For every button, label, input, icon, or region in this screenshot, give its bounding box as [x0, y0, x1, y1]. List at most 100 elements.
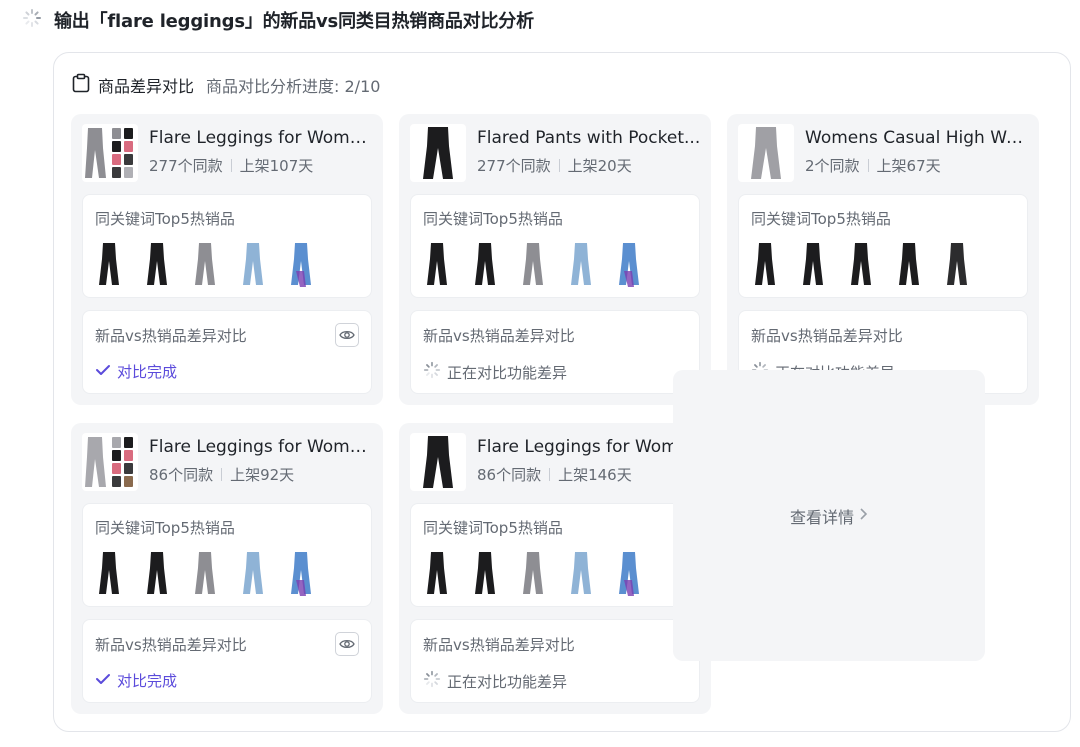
product-title[interactable]: Flare Leggings for Wome...: [149, 437, 373, 457]
task-header: 输出「flare leggings」的新品vs同类目热销商品对比分析: [22, 6, 534, 34]
comparison-box: 新品vs热销品差异对比 对比完成: [82, 619, 372, 703]
product-card[interactable]: Flare Leggings for Wome... 86个同款 上架92天 同…: [71, 423, 383, 714]
hot-product-image[interactable]: [617, 241, 641, 287]
product-card[interactable]: Flare Leggings for Wome... 277个同款 上架107天…: [71, 114, 383, 405]
eye-icon[interactable]: [335, 323, 359, 347]
comparison-box: 新品vs热销品差异对比 正在对比功能差异: [410, 310, 700, 394]
product-header: Flared Pants with Pocket... 277个同款 上架20天: [410, 124, 701, 182]
hot-product-image[interactable]: [193, 241, 217, 287]
product-thumbnail[interactable]: [82, 124, 138, 182]
hot-product-image[interactable]: [897, 241, 921, 287]
comparison-label: 新品vs热销品差异对比: [423, 636, 575, 654]
product-thumbnail[interactable]: [410, 433, 466, 491]
hot-products-label: 同关键词Top5热销品: [95, 519, 235, 537]
hot-products-box: 同关键词Top5热销品: [82, 194, 372, 298]
hot-products-row: [425, 550, 641, 596]
hot-product-image[interactable]: [425, 550, 449, 596]
comparison-label: 新品vs热销品差异对比: [423, 327, 575, 345]
hot-product-image[interactable]: [289, 241, 313, 287]
meta-divider: [867, 159, 869, 172]
same-style-count: 86个同款: [477, 466, 542, 484]
status-text: 正在对比功能差异: [447, 363, 568, 382]
product-title[interactable]: Flare Leggings for Wome...: [477, 437, 701, 457]
hot-products-box: 同关键词Top5热销品: [82, 503, 372, 607]
product-header: Flare Leggings for Wome... 86个同款 上架92天: [82, 433, 373, 491]
hot-product-image[interactable]: [617, 550, 641, 596]
hot-product-image[interactable]: [569, 241, 593, 287]
panel-title: 商品差异对比: [98, 77, 195, 96]
product-header: Flare Leggings for Wome... 86个同款 上架146天: [410, 433, 701, 491]
hot-products-label: 同关键词Top5热销品: [423, 210, 563, 228]
check-icon: [95, 672, 111, 690]
hot-products-row: [753, 241, 969, 287]
comparison-label: 新品vs热销品差异对比: [95, 327, 247, 345]
hot-product-image[interactable]: [425, 241, 449, 287]
eye-icon[interactable]: [335, 632, 359, 656]
product-card[interactable]: Flared Pants with Pocket... 277个同款 上架20天…: [399, 114, 711, 405]
hot-product-image[interactable]: [145, 550, 169, 596]
hot-product-image[interactable]: [473, 241, 497, 287]
view-details-card[interactable]: 查看详情: [673, 370, 985, 661]
comparison-label: 新品vs热销品差异对比: [751, 327, 903, 345]
progress-text: 商品对比分析进度: 2/10: [206, 77, 381, 96]
hot-product-image[interactable]: [193, 550, 217, 596]
product-meta: 86个同款 上架92天: [149, 464, 294, 485]
meta-divider: [230, 159, 232, 172]
hot-product-image[interactable]: [521, 550, 545, 596]
same-style-count: 277个同款: [477, 157, 551, 175]
hot-product-image[interactable]: [849, 241, 873, 287]
comparison-status: 对比完成: [95, 361, 177, 382]
clipboard-icon: [72, 73, 90, 97]
view-details-label: 查看详情: [789, 507, 854, 527]
hot-products-row: [97, 550, 313, 596]
hot-products-label: 同关键词Top5热销品: [751, 210, 891, 228]
loading-spinner-icon: [423, 670, 441, 692]
panel-header: 商品差异对比 商品对比分析进度: 2/10: [72, 73, 380, 97]
hot-product-image[interactable]: [97, 550, 121, 596]
product-thumbnail[interactable]: [82, 433, 138, 491]
product-meta: 277个同款 上架107天: [149, 155, 313, 176]
hot-product-image[interactable]: [473, 550, 497, 596]
hot-product-image[interactable]: [753, 241, 777, 287]
product-title[interactable]: Womens Casual High Wa...: [805, 128, 1029, 148]
status-text: 正在对比功能差异: [447, 672, 568, 691]
hot-products-box: 同关键词Top5热销品: [738, 194, 1028, 298]
product-header: Flare Leggings for Wome... 277个同款 上架107天: [82, 124, 373, 182]
hot-product-image[interactable]: [801, 241, 825, 287]
hot-product-image[interactable]: [97, 241, 121, 287]
hot-products-label: 同关键词Top5热销品: [95, 210, 235, 228]
product-title[interactable]: Flare Leggings for Wome...: [149, 128, 373, 148]
comparison-box: 新品vs热销品差异对比 正在对比功能差异: [410, 619, 700, 703]
product-card[interactable]: Womens Casual High Wa... 2个同款 上架67天 同关键词…: [727, 114, 1039, 405]
product-title[interactable]: Flared Pants with Pocket...: [477, 128, 701, 148]
hot-product-image[interactable]: [569, 550, 593, 596]
listed-days: 上架92天: [230, 466, 295, 484]
meta-divider: [221, 468, 223, 481]
hot-product-image[interactable]: [521, 241, 545, 287]
status-text: 对比完成: [117, 672, 178, 690]
page-title: 输出「flare leggings」的新品vs同类目热销商品对比分析: [54, 11, 534, 32]
product-thumbnail[interactable]: [738, 124, 794, 182]
meta-divider: [558, 159, 560, 172]
comparison-label: 新品vs热销品差异对比: [95, 636, 247, 654]
comparison-status: 对比完成: [95, 670, 177, 691]
product-meta: 86个同款 上架146天: [477, 464, 632, 485]
loading-spinner-icon: [22, 8, 42, 32]
listed-days: 上架146天: [558, 466, 632, 484]
product-header: Womens Casual High Wa... 2个同款 上架67天: [738, 124, 1029, 182]
hot-product-image[interactable]: [945, 241, 969, 287]
view-details-link[interactable]: 查看详情: [790, 504, 868, 528]
product-thumbnail[interactable]: [410, 124, 466, 182]
status-text: 对比完成: [117, 363, 178, 381]
product-card[interactable]: Flare Leggings for Wome... 86个同款 上架146天 …: [399, 423, 711, 714]
same-style-count: 86个同款: [149, 466, 214, 484]
hot-product-image[interactable]: [145, 241, 169, 287]
same-style-count: 2个同款: [805, 157, 860, 175]
hot-product-image[interactable]: [241, 550, 265, 596]
loading-spinner-icon: [423, 361, 441, 383]
hot-product-image[interactable]: [289, 550, 313, 596]
hot-product-image[interactable]: [241, 241, 265, 287]
meta-divider: [549, 468, 551, 481]
product-meta: 277个同款 上架20天: [477, 155, 632, 176]
listed-days: 上架20天: [567, 157, 632, 175]
